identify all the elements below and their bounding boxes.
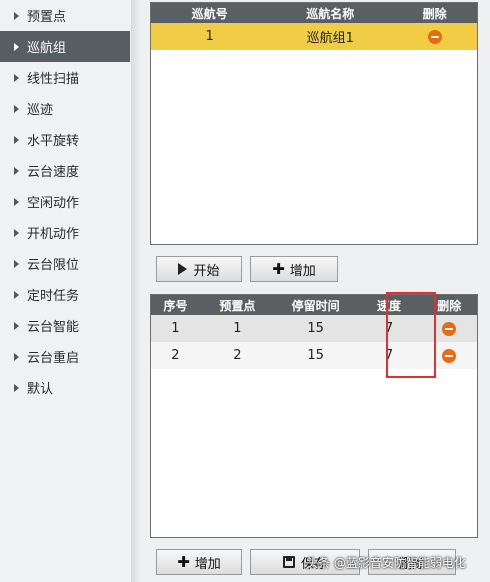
start-button[interactable]: 开始 [156, 256, 242, 282]
sidebar-item-power-up-action[interactable]: 开机动作 [0, 217, 130, 248]
sidebar-item-presets[interactable]: 预置点 [0, 0, 130, 31]
delete-icon[interactable] [442, 321, 457, 336]
sidebar-item-scheduled-task[interactable]: 定时任务 [0, 279, 130, 310]
sidebar: 预置点 巡航组 线性扫描 巡迹 水平旋转 云台速度 空闲动作 开机动作 云台限位… [0, 0, 130, 582]
caret-right-icon [14, 104, 19, 113]
add-tour-button-label: 增加 [289, 263, 316, 279]
speed-cell[interactable]: 7 [356, 342, 421, 369]
sidebar-item-label: 云台智能 [27, 320, 80, 335]
sidebar-item-label: 开机动作 [27, 227, 80, 242]
table-row[interactable]: 1 巡航组1 [151, 23, 477, 50]
caret-right-icon [14, 166, 19, 175]
preset-table: 序号 预置点 停留时间 速度 删除 1 1 15 7 2 2 15 7 [151, 295, 477, 369]
preset-cell[interactable]: 1 [200, 315, 275, 342]
column-header-dwell-time: 停留时间 [291, 298, 340, 313]
plus-icon: ✚ [272, 260, 285, 278]
tour-name-cell: 巡航组1 [306, 31, 354, 46]
table-header-row: 序号 预置点 停留时间 速度 删除 [151, 295, 477, 315]
table-header-row: 巡航号 巡航名称 删除 [151, 3, 477, 23]
delete-cell [422, 342, 477, 369]
sidebar-item-label: 定时任务 [27, 289, 80, 304]
sidebar-item-label: 默认 [27, 382, 54, 397]
caret-right-icon [14, 197, 19, 206]
dwell-time-cell[interactable]: 15 [275, 315, 357, 342]
caret-right-icon [14, 383, 19, 392]
sidebar-item-linear-scan[interactable]: 线性扫描 [0, 62, 130, 93]
preset-cell[interactable]: 2 [200, 342, 275, 369]
add-tour-button[interactable]: ✚ 增加 [250, 256, 338, 282]
add-preset-button-label: 增加 [194, 556, 221, 572]
caret-right-icon [14, 352, 19, 361]
sidebar-item-pattern[interactable]: 巡迹 [0, 93, 130, 124]
sidebar-item-tour[interactable]: 巡航组 [0, 31, 130, 62]
column-header-delete: 删除 [422, 6, 447, 21]
delete-cell [422, 315, 477, 342]
add-preset-button[interactable]: ✚ 增加 [156, 549, 242, 575]
plus-icon: ✚ [177, 553, 190, 571]
index-cell: 2 [171, 348, 180, 363]
caret-right-icon [14, 135, 19, 144]
sidebar-item-ptz-smart[interactable]: 云台智能 [0, 310, 130, 341]
sidebar-item-ptz-speed[interactable]: 云台速度 [0, 155, 130, 186]
watermark-text: 头条 @蓝影音安防智能弱电化 [306, 556, 466, 570]
play-icon [178, 263, 188, 275]
caret-right-icon [14, 228, 19, 237]
preset-table-panel: 序号 预置点 停留时间 速度 删除 1 1 15 7 2 2 15 7 [150, 294, 478, 538]
column-header-tour-name: 巡航名称 [306, 6, 355, 21]
start-button-label: 开始 [193, 263, 220, 279]
column-header-delete: 删除 [437, 298, 462, 313]
sidebar-item-default[interactable]: 默认 [0, 372, 130, 403]
index-cell: 1 [171, 321, 180, 336]
sidebar-divider [131, 0, 141, 582]
caret-right-icon [14, 259, 19, 268]
column-header-index: 序号 [163, 298, 188, 313]
column-header-tour-id: 巡航号 [191, 6, 228, 21]
table-row[interactable]: 2 2 15 7 [151, 342, 477, 369]
tour-id-cell: 1 [205, 29, 214, 44]
speed-cell[interactable]: 7 [356, 315, 421, 342]
caret-right-icon [14, 73, 19, 82]
sidebar-item-idle-action[interactable]: 空闲动作 [0, 186, 130, 217]
tour-table-panel: 巡航号 巡航名称 删除 1 巡航组1 [150, 2, 478, 245]
sidebar-item-ptz-restart[interactable]: 云台重启 [0, 341, 130, 372]
sidebar-item-label: 线性扫描 [27, 72, 80, 87]
sidebar-item-label: 云台速度 [27, 165, 80, 180]
column-header-preset: 预置点 [219, 298, 256, 313]
caret-right-icon [14, 290, 19, 299]
dwell-time-cell[interactable]: 15 [275, 342, 357, 369]
sidebar-item-label: 云台重启 [27, 351, 80, 366]
sidebar-item-label: 预置点 [27, 10, 67, 25]
sidebar-item-pan-rotation[interactable]: 水平旋转 [0, 124, 130, 155]
sidebar-item-label: 云台限位 [27, 258, 80, 273]
save-disk-icon [282, 556, 295, 568]
tour-table: 巡航号 巡航名称 删除 1 巡航组1 [151, 3, 477, 50]
sidebar-item-label: 巡航组 [27, 41, 67, 56]
sidebar-item-ptz-limit[interactable]: 云台限位 [0, 248, 130, 279]
table-row[interactable]: 1 1 15 7 [151, 315, 477, 342]
delete-icon[interactable] [427, 29, 442, 44]
column-header-speed: 速度 [376, 298, 401, 313]
caret-right-icon [14, 42, 19, 51]
caret-right-icon [14, 321, 19, 330]
sidebar-item-label: 空闲动作 [27, 196, 80, 211]
sidebar-item-label: 水平旋转 [27, 134, 80, 149]
caret-right-icon [14, 11, 19, 20]
delete-cell [392, 23, 477, 50]
delete-icon[interactable] [442, 348, 457, 363]
sidebar-item-label: 巡迹 [27, 103, 54, 118]
